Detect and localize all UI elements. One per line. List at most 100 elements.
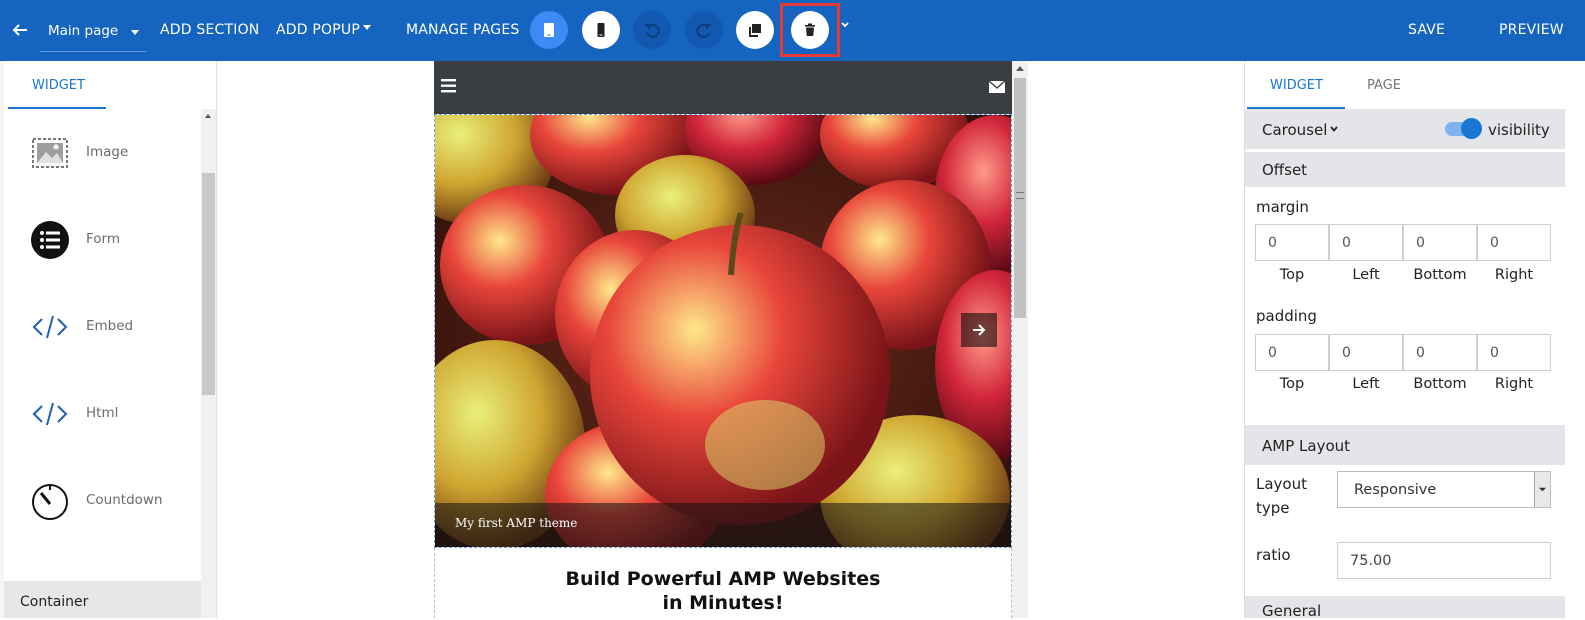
visibility-toggle-knob[interactable] [1461,118,1482,139]
select-arrow[interactable] [1534,472,1550,507]
ratio-input[interactable]: 75.00 [1337,542,1551,579]
widget-item-html[interactable]: Html [4,374,201,454]
widget-type-row: Carousel visibility [1245,109,1565,149]
widget-label: Countdown [86,492,163,508]
input-value: 0 [1342,235,1351,251]
input-value: 0 [1268,345,1277,361]
image-icon [32,138,68,168]
envelope-icon[interactable] [989,81,1005,93]
ratio-label: ratio [1256,546,1291,564]
chevron-down-icon[interactable] [840,20,850,30]
scrollbar-thumb[interactable] [202,173,215,395]
margin-bottom-input[interactable]: 0 [1403,224,1477,261]
manage-pages-button[interactable]: MANAGE PAGES [406,22,519,38]
hero-heading: Build Powerful AMP Websites in Minutes! [434,567,1012,615]
preview-scrollbar[interactable] [1012,61,1028,618]
widget-item-countdown[interactable]: Countdown [4,461,201,541]
scroll-up-icon[interactable] [1016,66,1024,71]
widget-item-embed[interactable]: Embed [4,287,201,367]
properties-scrollbar[interactable] [1565,109,1585,618]
visibility-label: visibility [1488,121,1550,139]
input-value: 0 [1268,235,1277,251]
widget-label: Html [86,405,119,421]
preview-button[interactable]: PREVIEW [1499,22,1564,38]
timer-icon [32,484,68,520]
hero-heading-line2: in Minutes! [662,592,784,614]
layout-type-select[interactable]: Responsive [1337,471,1551,508]
widget-list: Image Form Embed Html Countdown [4,109,201,618]
side-label-left: Left [1352,376,1380,392]
chevron-down-icon[interactable] [1329,124,1339,134]
amp-header-bar [434,61,1012,114]
apples-photo [435,115,1011,547]
widget-label: Form [86,231,121,247]
side-label-left: Left [1352,267,1380,283]
hamburger-menu-icon[interactable] [441,79,457,93]
top-toolbar: Main page ADD SECTION ADD POPUP MANAGE P… [0,0,1585,61]
tab-widget-label: WIDGET [32,78,85,93]
padding-right-input[interactable]: 0 [1477,334,1551,371]
widget-list-scrollbar[interactable] [201,109,216,618]
side-label-top: Top [1279,267,1305,283]
layout-type-value: Responsive [1354,482,1437,498]
scroll-up-icon[interactable] [205,114,211,118]
hero-heading-line1: Build Powerful AMP Websites [565,568,881,590]
side-label-bottom: Bottom [1413,267,1467,283]
widget-label: Image [86,144,129,160]
padding-bottom-input[interactable]: 0 [1403,334,1477,371]
scrollbar-thumb[interactable] [1014,78,1026,318]
margin-label: margin [1256,198,1309,216]
delete-highlight-box [780,3,840,57]
padding-top-input[interactable]: 0 [1255,334,1329,371]
chevron-down-icon[interactable] [363,25,371,30]
mobile-phone-icon [597,23,605,37]
margin-right-input[interactable]: 0 [1477,224,1551,261]
caption-text: My first AMP theme [455,516,578,530]
tab-widget[interactable]: WIDGET [1247,61,1345,109]
page-select-dropdown[interactable]: Main page [40,12,146,52]
padding-label: padding [1256,307,1317,325]
carousel-next-button[interactable] [961,313,997,347]
tab-widget[interactable]: WIDGET [8,61,106,109]
code-icon [32,315,68,339]
widget-item-form[interactable]: Form [4,200,201,280]
back-arrow-icon[interactable] [10,20,30,40]
side-label-right: Right [1494,267,1534,283]
widget-item-image[interactable]: Image [4,113,201,193]
layout-type-label: Layout [1256,475,1307,493]
chevron-down-icon [1538,487,1547,492]
tab-page-label: PAGE [1367,78,1401,93]
redo-button[interactable] [685,11,723,49]
margin-top-input[interactable]: 0 [1255,224,1329,261]
undo-button[interactable] [633,11,671,49]
padding-left-input[interactable]: 0 [1329,334,1403,371]
desktop-view-button[interactable] [530,11,568,49]
chevron-down-icon [131,30,139,35]
side-label-right: Right [1494,376,1534,392]
tab-page[interactable]: PAGE [1345,61,1425,109]
duplicate-button[interactable] [736,11,774,49]
input-value: 0 [1342,345,1351,361]
page-preview: My first AMP theme Build Powerful AMP We… [434,61,1012,618]
tab-widget-label: WIDGET [1270,78,1323,93]
arrow-right-icon [973,324,986,336]
carousel-widget[interactable]: My first AMP theme [434,114,1012,548]
side-label-bottom: Bottom [1413,376,1467,392]
general-header-label: General [1262,602,1322,620]
margin-left-input[interactable]: 0 [1329,224,1403,261]
add-section-button[interactable]: ADD SECTION [160,22,259,38]
widget-label: Embed [86,318,134,334]
add-popup-button[interactable]: ADD POPUP [276,22,360,38]
input-value: 0 [1416,345,1425,361]
layout-type-label: type [1256,499,1290,517]
page-select-label: Main page [48,23,119,39]
undo-icon [645,23,660,38]
mobile-view-button[interactable] [582,11,620,49]
input-value: 0 [1416,235,1425,251]
widget-type-dropdown[interactable]: Carousel [1262,121,1327,139]
save-button[interactable]: SAVE [1408,22,1445,38]
input-value: 0 [1490,345,1499,361]
container-category[interactable]: Container [4,581,201,618]
scrollbar-grip [1016,192,1024,199]
code-icon [32,402,68,426]
